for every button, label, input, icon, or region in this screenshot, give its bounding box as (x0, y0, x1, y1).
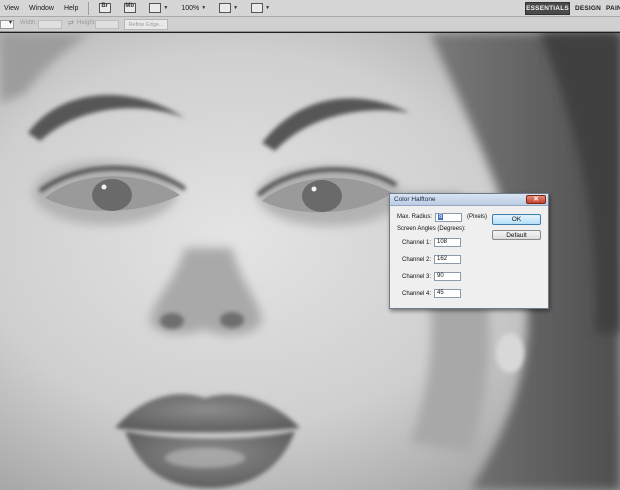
workspace-painting-button[interactable]: PAINTING (606, 2, 620, 15)
screen-mode-icon (251, 3, 264, 13)
right-iris (302, 180, 342, 212)
dialog-titlebar[interactable]: Color Halftone ✕ (390, 194, 548, 206)
channel-3-input[interactable]: 90 (434, 272, 461, 281)
mini-bridge-icon (124, 3, 137, 13)
zoom-level: 100% (181, 4, 200, 12)
default-button[interactable]: Default (492, 230, 541, 240)
menu-help[interactable]: Help (59, 0, 83, 17)
channel-1-label: Channel 1: (402, 240, 432, 246)
view-extras-icon (149, 3, 162, 13)
style-dropdown[interactable] (0, 19, 14, 29)
dialog-title: Color Halftone (394, 196, 436, 203)
chevron-down-icon: ▼ (163, 5, 169, 11)
options-bar: Width: ⇄ Height: Refine Edge... (0, 17, 620, 32)
mini-bridge-button[interactable] (121, 2, 139, 14)
max-radius-unit: (Pixels) (467, 214, 488, 220)
workspace-design-button[interactable]: DESIGN (574, 2, 602, 15)
channel-1-input[interactable]: 108 (434, 238, 461, 247)
view-extras-button[interactable]: ▼ (146, 2, 171, 14)
height-label: Height: (77, 20, 97, 26)
max-radius-input[interactable]: 8 (435, 213, 462, 222)
workspace-essentials-button[interactable]: ESSENTIALS (525, 2, 570, 15)
left-iris (92, 179, 132, 211)
color-halftone-dialog: Color Halftone ✕ Max. Radius: 8 (Pixels)… (389, 193, 549, 309)
menu-separator (88, 1, 90, 15)
menu-window[interactable]: Window (24, 0, 59, 17)
chevron-down-icon: ▼ (233, 5, 239, 11)
width-input[interactable] (38, 20, 62, 29)
max-radius-label: Max. Radius: (397, 214, 433, 220)
arrange-documents-button[interactable]: ▼ (216, 2, 241, 14)
earring (496, 333, 524, 373)
channel-4-label: Channel 4: (402, 291, 432, 297)
channel-3-label: Channel 3: (402, 274, 432, 280)
right-eye-highlight (311, 186, 317, 192)
close-icon[interactable]: ✕ (526, 195, 546, 204)
chevron-down-icon: ▼ (201, 5, 207, 11)
zoom-level-dropdown[interactable]: 100% ▼ (178, 2, 209, 14)
right-nostril (220, 312, 244, 328)
channel-2-input[interactable]: 162 (434, 255, 461, 264)
ok-button[interactable]: OK (492, 214, 541, 225)
screen-mode-button[interactable]: ▼ (248, 2, 273, 14)
refine-edge-button[interactable]: Refine Edge... (124, 19, 168, 30)
bridge-button[interactable] (96, 2, 114, 14)
swap-icon[interactable]: ⇄ (68, 19, 74, 27)
bridge-icon (99, 3, 112, 13)
height-input[interactable] (95, 20, 119, 29)
chevron-down-icon: ▼ (265, 5, 271, 11)
left-eye-highlight (101, 184, 107, 190)
menu-view[interactable]: View (0, 0, 24, 17)
left-nostril (160, 313, 184, 329)
max-radius-value: 8 (438, 214, 444, 220)
arrange-documents-icon (219, 3, 232, 13)
screen-angles-label: Screen Angles (Degrees): (397, 226, 466, 232)
channel-2-label: Channel 2: (402, 257, 432, 263)
lip-highlight (165, 448, 245, 468)
width-label: Width: (20, 20, 38, 26)
channel-4-input[interactable]: 45 (434, 289, 461, 298)
